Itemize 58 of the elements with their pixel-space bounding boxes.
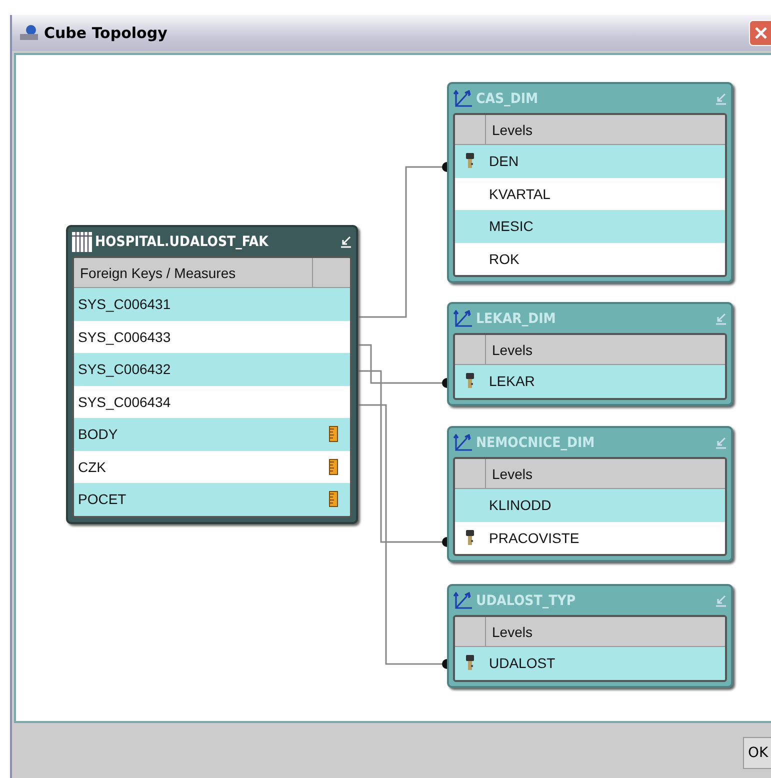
table-row[interactable]: SYS_C006432 [74,353,350,386]
row-label: SYS_C006433 [77,328,172,345]
close-icon [754,27,766,39]
column-header: Levels [485,459,725,488]
row-label: CZK [77,458,107,475]
level-row[interactable]: KLINODD [455,489,725,522]
row-label: POCET [77,491,128,508]
key-icon [466,530,474,546]
level-row[interactable]: UDALOST [455,647,725,680]
level-label: DEN [488,153,520,170]
ruler-icon [328,458,338,475]
axes-icon [453,90,473,108]
level-label: KVARTAL [488,186,552,202]
axes-icon [453,310,473,328]
level-label: PRACOVISTE [488,530,580,546]
dimension-title: CAS_DIM [476,90,540,106]
dimension-title: UDALOST_TYP [476,592,577,608]
level-label: LEKAR [488,373,536,390]
row-label: BODY [77,426,119,442]
ruler-icon [328,426,338,442]
table-row[interactable]: BODY [74,418,350,450]
column-header: Levels [485,617,725,646]
dimension-title: LEKAR_DIM [476,310,557,326]
level-label: UDALOST [488,655,556,672]
axes-icon [453,592,473,610]
column-header: Levels [485,115,725,144]
key-icon [466,655,474,672]
window-title: Cube Topology [44,24,168,42]
column-header: Levels [485,335,725,364]
level-row[interactable]: ROK [455,242,725,275]
ok-button[interactable]: OK [743,736,771,768]
dimension-node[interactable]: CAS_DIM Levels DEN KVARTAL MESIC ROK [447,82,733,283]
level-row[interactable]: PRACOVISTE [455,522,725,554]
table-title: HOSPITAL.UDALOST_FAK [95,234,270,250]
fact-table-node[interactable]: HOSPITAL.UDALOST_FAK Foreign Keys / Measures SYS_C006431 SYS_C006433 SYS_C006432 SYS_C006434 BODY CZK POCET [66,225,358,524]
level-label: KLINODD [488,497,552,514]
ruler-icon [328,491,338,508]
level-label: MESIC [488,218,534,234]
level-row[interactable]: MESIC [455,210,725,242]
row-label: SYS_C006434 [77,394,172,410]
level-row[interactable]: LEKAR [455,365,725,398]
cube-icon [18,24,40,42]
dimension-node[interactable]: UDALOST_TYP Levels UDALOST [447,584,733,688]
key-icon [466,153,474,170]
row-label: SYS_C006431 [77,296,172,312]
row-label: SYS_C006432 [77,361,172,378]
close-button[interactable] [749,20,771,46]
table-row[interactable]: SYS_C006431 [74,288,350,320]
dimension-node[interactable]: LEKAR_DIM Levels LEKAR [447,302,733,406]
table-row[interactable]: POCET [74,483,350,516]
axes-icon [453,434,473,452]
level-label: ROK [488,250,520,267]
level-row[interactable]: DEN [455,145,725,178]
dimension-title: NEMOCNICE_DIM [476,434,596,450]
column-header: Foreign Keys / Measures [79,264,237,283]
dimension-node[interactable]: NEMOCNICE_DIM Levels KLINODD PRACOVISTE [447,426,733,562]
table-icon [72,232,92,252]
key-icon [466,373,474,390]
